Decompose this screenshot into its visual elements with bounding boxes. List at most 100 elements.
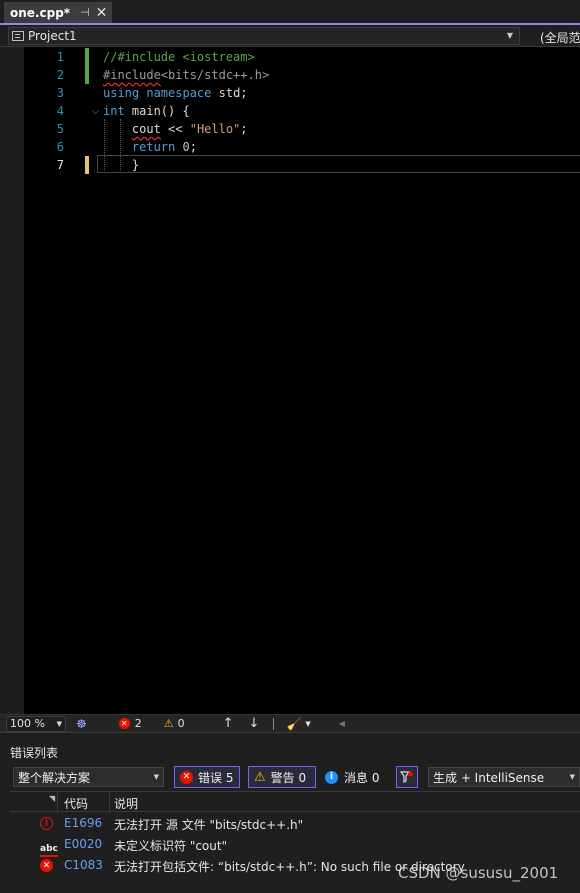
code-cleanup-icon[interactable]: 🧹 [286,717,301,731]
navigation-bar: Project1 ▼ (全局范 [0,26,580,47]
error-icon[interactable]: ✕ [118,718,130,729]
line-number: 6 [56,140,64,154]
chevron-down-icon: ▼ [506,31,513,40]
error-row[interactable]: ! E1696 无法打开 源 文件 "bits/stdc++.h" [10,813,580,834]
code-line: } [103,156,139,174]
column-divider[interactable] [109,792,110,813]
scope-dropdown[interactable]: (全局范 [540,29,580,46]
filter-toggle-button[interactable] [396,766,418,788]
line-number: 4 [56,104,64,118]
project-icon [12,31,24,41]
code-token-error: cout [131,122,161,136]
editor-status-strip: 100 % ▼ ☸ ✕ 2 ⚠ 0 ↑ ↓ 🧹 ▼ ◀ [0,714,580,732]
code-token: //#include <iostream> [103,50,255,64]
arrow-up-icon[interactable]: ↑ [223,716,234,731]
error-outline-icon: ! [40,817,53,830]
errors-filter-button[interactable]: ✕ 错误 5 [174,766,240,788]
code-token: std; [211,86,248,100]
spelling-error-icon: abc [40,840,58,857]
panel-title: 错误列表 [10,746,59,760]
chevron-down-icon: ▼ [569,773,575,781]
current-line-highlight [97,155,580,173]
code-token: using [103,86,140,100]
column-divider[interactable] [57,792,58,813]
separator [273,717,275,730]
error-code[interactable]: C1083 [64,858,103,872]
error-description: 未定义标识符 "cout" [114,839,228,853]
chevron-down-icon: ▼ [153,773,159,781]
code-line: using namespace std; [103,84,248,102]
source-filter-value: 生成 + IntelliSense [433,770,545,785]
scroll-left-icon[interactable]: ◀ [339,719,345,728]
zoom-value: 100 % [10,717,45,730]
warning-icon: ⚠ [254,769,266,785]
warnings-filter-button[interactable]: ⚠ 警告 0 [248,766,316,788]
code-token: <bits/stdc++.h> [160,68,270,82]
scope-filter-dropdown[interactable]: 整个解决方案 ▼ [13,767,164,787]
zoom-dropdown[interactable]: 100 % ▼ [6,715,66,732]
code-token: 0 [182,140,190,154]
code-line: #include<bits/stdc++.h> [103,66,269,84]
code-token-error: #include [103,68,161,82]
warning-icon[interactable]: ⚠ [164,717,174,730]
line-number: 1 [56,50,64,64]
error-count[interactable]: 2 [135,717,142,730]
errors-filter-label: 错误 5 [198,770,234,785]
code-line: cout << "Hello"; [103,120,248,138]
fold-toggle-icon[interactable]: ⌵ [92,103,99,121]
code-token: ; [240,122,248,136]
code-token: main() { [124,104,190,118]
line-number: 2 [56,68,64,82]
watermark: CSDN @sususu_2001 [398,864,559,882]
column-header-code[interactable]: 代码 [64,795,88,812]
project-dropdown[interactable]: Project1 ▼ [8,27,520,45]
chevron-down-icon: ▼ [56,719,62,728]
unsaved-change-bar [85,156,89,174]
code-line: //#include <iostream> [103,48,255,66]
error-description: 无法打开 源 文件 "bits/stdc++.h" [114,818,304,832]
close-icon[interactable]: ✕ [96,5,108,21]
project-name: Project1 [28,29,77,43]
scope-filter-value: 整个解决方案 [18,770,91,785]
code-token: << [160,122,190,136]
error-row[interactable]: abc E0020 未定义标识符 "cout" [10,834,580,857]
error-icon: ✕ [40,859,53,872]
source-filter-dropdown[interactable]: 生成 + IntelliSense ▼ [428,767,580,787]
info-icon: i [325,770,338,784]
column-header-description[interactable]: 说明 [114,795,138,812]
code-token: ; [189,140,197,154]
line-number: 3 [56,86,64,100]
code-line: return 0; [103,138,197,156]
warning-count[interactable]: 0 [178,717,185,730]
error-icon: ✕ [180,770,193,784]
arrow-down-icon[interactable]: ↓ [249,716,260,731]
code-token: return [131,140,176,154]
code-token: "Hello" [189,122,241,136]
sort-icon[interactable]: ◥ [49,794,55,803]
error-grid-header: ◥ 代码 说明 [10,791,580,813]
line-number: 7 [56,158,64,172]
editor-margin [0,47,24,714]
saved-change-bar [85,48,89,84]
health-indicator-icon[interactable]: ☸ [76,717,87,731]
tab-title: one.cpp* [10,5,71,20]
code-token: int [103,104,125,118]
error-code[interactable]: E1696 [64,816,102,830]
chevron-down-icon[interactable]: ▼ [305,720,310,728]
document-tab-strip: one.cpp* ⊣ ✕ [0,0,580,25]
messages-filter-button[interactable]: i 消息 0 [325,766,379,788]
code-token: namespace [146,86,212,100]
error-code[interactable]: E0020 [64,837,102,851]
warnings-filter-label: 警告 0 [270,770,307,785]
code-line: int main() { [103,102,190,120]
pin-icon[interactable]: ⊣ [80,6,90,19]
filter-icon [400,771,413,783]
document-tab[interactable]: one.cpp* ⊣ ✕ [4,2,112,23]
messages-filter-label: 消息 0 [344,770,380,785]
line-number: 5 [56,122,64,136]
code-editor[interactable]: 1 2 3 4 5 6 7 ⌵ //#include <iostream> #i… [0,47,580,714]
code-token: } [103,158,140,172]
